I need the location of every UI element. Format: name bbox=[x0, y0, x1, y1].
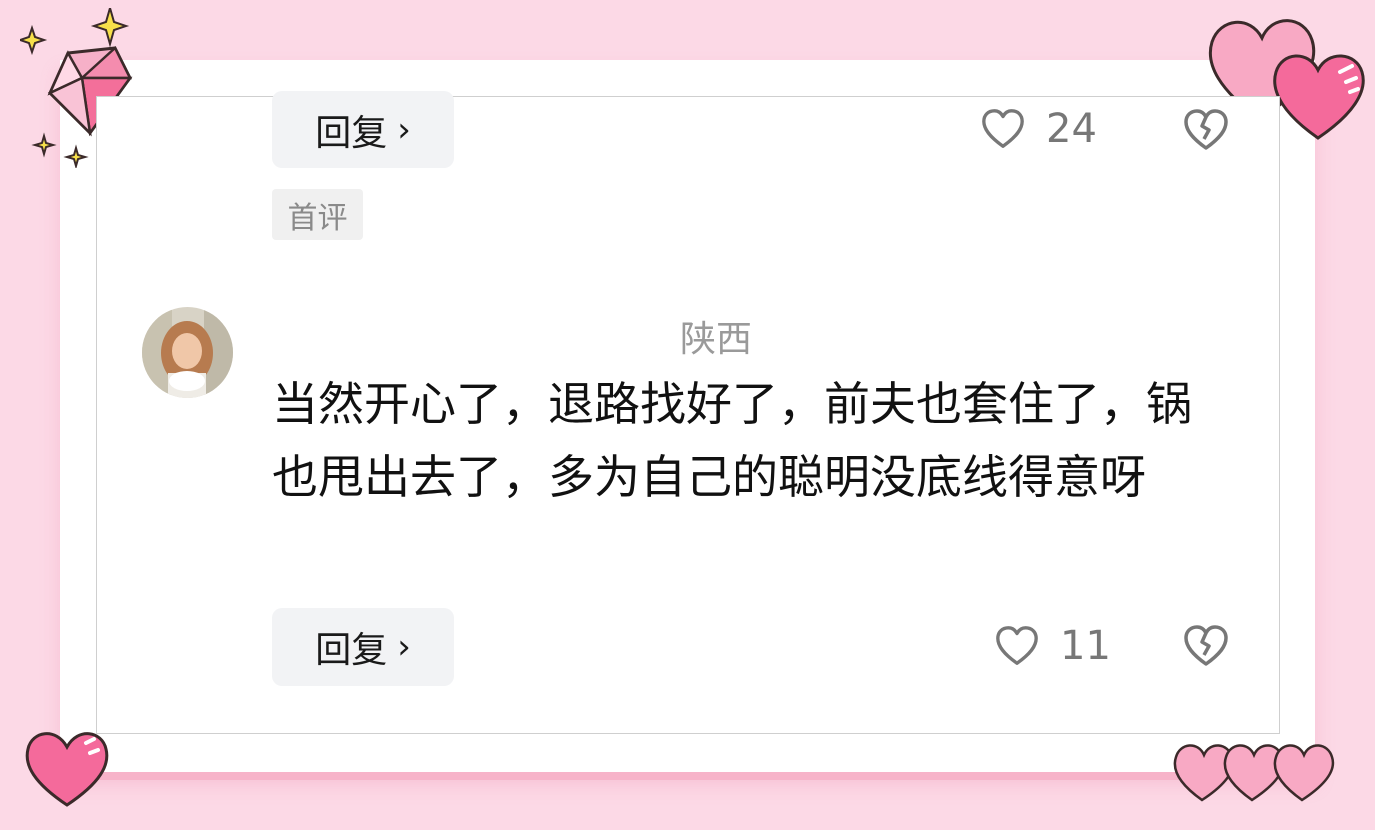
like-count: 24 bbox=[1046, 106, 1097, 152]
avatar-image bbox=[142, 307, 233, 398]
reply-label: 回复 bbox=[315, 630, 388, 671]
location-label: 陕西 bbox=[680, 319, 753, 360]
reply-label: 回复 bbox=[315, 112, 388, 154]
heart-outline-icon bbox=[996, 626, 1038, 665]
chevron-right-icon: › bbox=[397, 109, 411, 150]
reply-button-prev[interactable]: 回复 › bbox=[272, 91, 454, 168]
like-count: 11 bbox=[1060, 623, 1111, 669]
heart-sticker-icon bbox=[25, 732, 109, 807]
chevron-right-icon: › bbox=[397, 627, 411, 667]
avatar[interactable] bbox=[142, 307, 233, 398]
like-button-prev[interactable]: 24 bbox=[980, 106, 1097, 152]
broken-heart-icon[interactable] bbox=[1182, 106, 1230, 154]
first-comment-tag: 首评 bbox=[272, 189, 363, 240]
hearts-row-sticker-icon bbox=[1173, 744, 1335, 802]
heart-outline-icon bbox=[982, 109, 1024, 148]
broken-heart-icon[interactable] bbox=[1182, 622, 1230, 670]
like-button[interactable]: 11 bbox=[994, 623, 1111, 669]
reply-button[interactable]: 回复 › bbox=[272, 608, 454, 686]
comment-text: 当然开心了，退路找好了，前夫也套住了，锅也甩出去了，多为自己的聪明没底线得意呀 bbox=[272, 377, 1192, 504]
